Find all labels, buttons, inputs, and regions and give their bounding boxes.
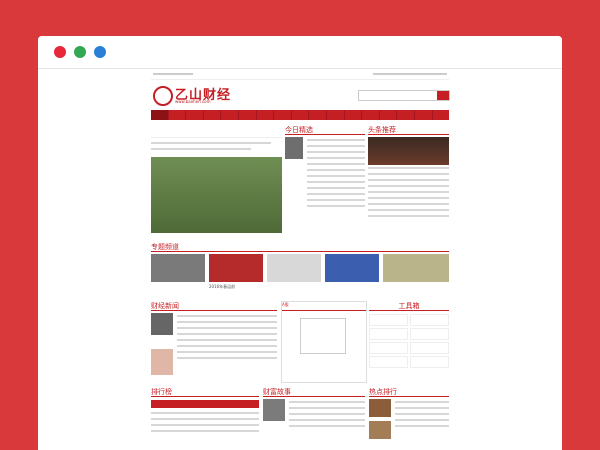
page-viewport: 乙山财经 www.baohen.com 今日精选 头条推荐 专题频道 2016年… bbox=[38, 69, 562, 450]
brand-url: www.baohen.com bbox=[175, 99, 211, 104]
logo-mark-icon bbox=[153, 86, 173, 106]
hot-section: 热点排行 bbox=[369, 387, 449, 441]
nav-item[interactable] bbox=[186, 110, 204, 120]
topic-image-5[interactable] bbox=[383, 254, 449, 282]
topic-image-2[interactable] bbox=[209, 254, 263, 282]
tool-item[interactable] bbox=[369, 356, 408, 368]
site-header: 乙山财经 www.baohen.com bbox=[151, 80, 450, 110]
nav-item[interactable] bbox=[433, 110, 450, 120]
top-strip bbox=[151, 69, 449, 80]
tab-item[interactable] bbox=[324, 302, 338, 310]
featured-title: 今日精选 bbox=[285, 125, 365, 135]
headlines-title: 头条推荐 bbox=[368, 125, 449, 135]
tab-item[interactable] bbox=[310, 302, 324, 310]
stories-title: 财富故事 bbox=[263, 387, 365, 397]
maximize-dot-icon[interactable] bbox=[94, 46, 106, 58]
headline-section bbox=[151, 125, 282, 233]
search-input[interactable] bbox=[358, 90, 450, 101]
ranking-list bbox=[151, 412, 259, 432]
nav-item[interactable] bbox=[415, 110, 433, 120]
tab-item[interactable] bbox=[352, 302, 366, 310]
nav-item[interactable] bbox=[345, 110, 363, 120]
ranking-top-item[interactable] bbox=[151, 400, 259, 408]
nav-item[interactable] bbox=[292, 110, 310, 120]
ranking-section: 排行榜 bbox=[151, 387, 259, 441]
headline-summary bbox=[151, 142, 282, 150]
website: 乙山财经 www.baohen.com 今日精选 头条推荐 专题频道 2016年… bbox=[151, 69, 450, 439]
tab-a-share[interactable]: A股 bbox=[282, 302, 296, 310]
hot-thumb-1[interactable] bbox=[369, 399, 391, 417]
nav-item[interactable] bbox=[239, 110, 257, 120]
topic-image-3[interactable] bbox=[267, 254, 321, 282]
news-title: 财经新闻 bbox=[151, 301, 277, 311]
nav-item[interactable] bbox=[204, 110, 222, 120]
featured-section: 今日精选 bbox=[285, 125, 365, 233]
tab-item[interactable] bbox=[338, 302, 352, 310]
tool-item[interactable] bbox=[410, 314, 449, 326]
headlines-list bbox=[368, 167, 449, 217]
hot-thumb-2[interactable] bbox=[369, 421, 391, 439]
top-strip-right bbox=[373, 73, 447, 75]
tool-item[interactable] bbox=[369, 314, 408, 326]
nav-item[interactable] bbox=[169, 110, 187, 120]
nav-item[interactable] bbox=[221, 110, 239, 120]
tool-item[interactable] bbox=[369, 328, 408, 340]
top-strip-left bbox=[153, 73, 193, 75]
nav-item[interactable] bbox=[257, 110, 275, 120]
tools-grid bbox=[369, 314, 449, 368]
featured-thumb[interactable] bbox=[285, 137, 303, 159]
headline-image[interactable] bbox=[151, 157, 282, 233]
nav-item[interactable] bbox=[397, 110, 415, 120]
market-tabs: A股 bbox=[282, 302, 366, 311]
market-chart bbox=[300, 318, 346, 354]
hot-title: 热点排行 bbox=[369, 387, 449, 397]
nav-item[interactable] bbox=[380, 110, 398, 120]
nav-item[interactable] bbox=[151, 110, 169, 120]
topic-caption-2: 2016年春运前 bbox=[209, 284, 236, 289]
search-button[interactable] bbox=[437, 91, 449, 100]
topics-title: 专题频道 bbox=[151, 242, 449, 252]
title-bar bbox=[38, 36, 562, 69]
stories-thumb[interactable] bbox=[263, 399, 285, 421]
news-section: 财经新闻 bbox=[151, 301, 277, 381]
tools-title: 工具箱 bbox=[369, 301, 449, 311]
tools-section: 工具箱 bbox=[369, 301, 449, 381]
minimize-dot-icon[interactable] bbox=[74, 46, 86, 58]
tab-item[interactable] bbox=[296, 302, 310, 310]
headline-title[interactable] bbox=[151, 125, 282, 138]
headlines-section: 头条推荐 bbox=[368, 125, 449, 233]
tool-item[interactable] bbox=[410, 328, 449, 340]
news-thumb-2[interactable] bbox=[151, 349, 173, 375]
nav-item[interactable] bbox=[274, 110, 292, 120]
main-nav bbox=[151, 110, 449, 120]
tool-item[interactable] bbox=[369, 342, 408, 354]
tool-item[interactable] bbox=[410, 356, 449, 368]
market-widget: A股 bbox=[281, 301, 367, 383]
close-dot-icon[interactable] bbox=[54, 46, 66, 58]
tool-item[interactable] bbox=[410, 342, 449, 354]
topic-image-1[interactable] bbox=[151, 254, 205, 282]
nav-item[interactable] bbox=[362, 110, 380, 120]
topic-image-4[interactable] bbox=[325, 254, 379, 282]
browser-window: 乙山财经 www.baohen.com 今日精选 头条推荐 专题频道 2016年… bbox=[38, 36, 562, 450]
nav-item[interactable] bbox=[309, 110, 327, 120]
headlines-image[interactable] bbox=[368, 137, 449, 165]
topics-section: 专题频道 2016年春运前 bbox=[151, 242, 449, 294]
nav-item[interactable] bbox=[327, 110, 345, 120]
news-thumb-1[interactable] bbox=[151, 313, 173, 335]
ranking-title: 排行榜 bbox=[151, 387, 259, 397]
stories-section: 财富故事 bbox=[263, 387, 365, 441]
